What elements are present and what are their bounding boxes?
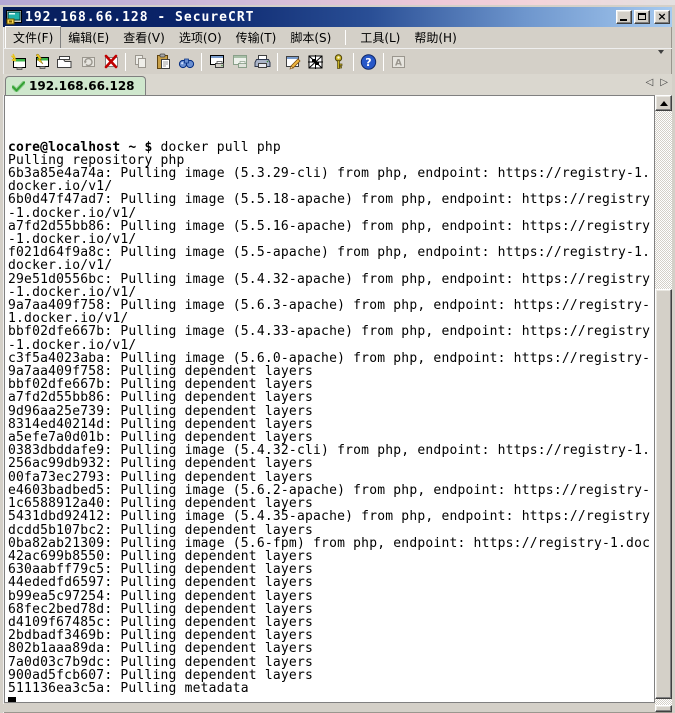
maximize-button[interactable] <box>634 10 650 24</box>
session-options-icon <box>283 53 302 71</box>
help-button[interactable]: ? <box>357 51 380 73</box>
paste-icon <box>154 53 173 71</box>
quick-connect-icon <box>32 53 51 71</box>
prompt-user-host: core@localhost <box>8 140 120 155</box>
terminal-cursor <box>8 697 16 703</box>
printer-icon <box>253 53 272 71</box>
quick-connect-button[interactable] <box>30 51 53 73</box>
scrollbar-thumb[interactable] <box>655 289 672 699</box>
terminal-text: core@localhost ~ $ docker pull php Pulli… <box>5 96 654 703</box>
session-tab-label: 192.168.66.128 <box>29 79 135 93</box>
print-auto-button[interactable] <box>228 51 251 73</box>
find-button[interactable] <box>175 51 198 73</box>
find-icon <box>177 53 196 71</box>
tab-scroll-left-icon[interactable]: ◁ <box>646 77 654 89</box>
menu-options[interactable]: 选项(O) <box>172 27 229 48</box>
svg-text:A: A <box>395 58 402 68</box>
menu-edit[interactable]: 编辑(E) <box>61 27 116 48</box>
connect-icon <box>9 53 28 71</box>
global-options-icon <box>306 53 325 71</box>
terminal-screen[interactable]: core@localhost ~ $ docker pull php Pulli… <box>4 95 655 703</box>
paste-button[interactable] <box>152 51 175 73</box>
connect-button[interactable] <box>7 51 30 73</box>
menu-view[interactable]: 查看(V) <box>116 27 172 48</box>
toolbar-separator <box>125 53 126 71</box>
menu-file[interactable]: 文件(F) <box>5 26 61 49</box>
keymap-icon <box>329 53 348 71</box>
menu-transfer[interactable]: 传输(T) <box>229 27 284 48</box>
securecrt-terminal-icon[interactable] <box>6 10 22 25</box>
toolbar: ? A <box>3 48 672 74</box>
title-bar: 192.168.66.128 - SecureCRT × <box>3 7 672 27</box>
menu-tools[interactable]: 工具(L) <box>353 27 407 48</box>
window-bottom-frame <box>3 704 655 712</box>
scrollbar-down-button[interactable] <box>655 705 672 712</box>
connect-in-tab-icon <box>55 53 74 71</box>
tab-scroll-right-icon[interactable]: ▷ <box>660 77 668 89</box>
tab-bar: 192.168.66.128 ◁ ▷ <box>3 74 672 95</box>
connect-in-tab-button[interactable] <box>53 51 76 73</box>
connected-check-icon <box>12 81 25 92</box>
minimize-button[interactable] <box>616 10 632 24</box>
session-tab[interactable]: 192.168.66.128 <box>5 76 146 95</box>
session-options-button[interactable] <box>281 51 304 73</box>
help-icon: ? <box>359 53 378 71</box>
close-button[interactable]: × <box>654 10 670 24</box>
toolbar-separator <box>383 53 384 71</box>
reconnect-icon <box>78 53 97 71</box>
print-button[interactable] <box>251 51 274 73</box>
disconnect-button[interactable] <box>99 51 122 73</box>
copy-icon <box>131 53 150 71</box>
print-auto-icon <box>230 53 249 71</box>
window-title: 192.168.66.128 - SecureCRT <box>25 10 616 25</box>
toolbar-separator <box>201 53 202 71</box>
print-screen-icon <box>207 53 226 71</box>
toolbar-separator <box>353 53 354 71</box>
font-button[interactable]: A <box>387 51 410 73</box>
disconnect-icon <box>101 53 120 71</box>
keymap-button[interactable] <box>327 51 350 73</box>
svg-text:?: ? <box>365 56 371 69</box>
menu-help[interactable]: 帮助(H) <box>407 27 463 48</box>
menu-separator <box>345 30 346 45</box>
print-screen-button[interactable] <box>205 51 228 73</box>
global-options-button[interactable] <box>304 51 327 73</box>
toolbar-overflow-chevron-icon[interactable] <box>658 54 670 68</box>
vertical-scrollbar[interactable] <box>655 95 672 712</box>
scrollbar-up-arrow-icon[interactable] <box>655 95 672 111</box>
menu-bar: 文件(F) 编辑(E) 查看(V) 选项(O) 传输(T) 脚本(S) 工具(L… <box>3 27 672 48</box>
font-icon: A <box>389 53 408 71</box>
toolbar-separator <box>277 53 278 71</box>
menu-script[interactable]: 脚本(S) <box>283 27 338 48</box>
copy-button[interactable] <box>129 51 152 73</box>
reconnect-button[interactable] <box>76 51 99 73</box>
terminal-client-area: core@localhost ~ $ docker pull php Pulli… <box>3 95 672 712</box>
securecrt-window: 192.168.66.128 - SecureCRT × 文件(F) 编辑(E)… <box>0 5 675 713</box>
